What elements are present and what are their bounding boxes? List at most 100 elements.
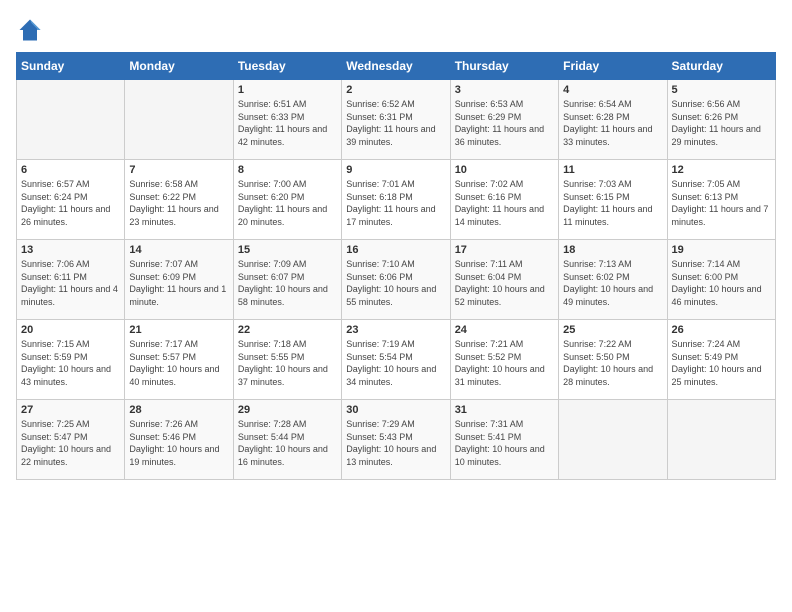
- day-info: Sunrise: 7:26 AMSunset: 5:46 PMDaylight:…: [129, 418, 228, 468]
- day-number: 4: [563, 84, 662, 96]
- day-info: Sunrise: 7:25 AMSunset: 5:47 PMDaylight:…: [21, 418, 120, 468]
- day-number: 21: [129, 324, 228, 336]
- calendar-cell: 16 Sunrise: 7:10 AMSunset: 6:06 PMDayligh…: [342, 240, 450, 320]
- day-info: Sunrise: 7:10 AMSunset: 6:06 PMDaylight:…: [346, 258, 445, 308]
- calendar-cell: 9 Sunrise: 7:01 AMSunset: 6:18 PMDaylight…: [342, 160, 450, 240]
- day-info: Sunrise: 6:57 AMSunset: 6:24 PMDaylight:…: [21, 178, 120, 228]
- calendar-cell: [125, 80, 233, 160]
- day-number: 6: [21, 164, 120, 176]
- day-number: 22: [238, 324, 337, 336]
- day-number: 27: [21, 404, 120, 416]
- day-number: 7: [129, 164, 228, 176]
- day-number: 1: [238, 84, 337, 96]
- day-number: 9: [346, 164, 445, 176]
- day-info: Sunrise: 6:56 AMSunset: 6:26 PMDaylight:…: [672, 98, 771, 148]
- calendar-week-5: 27 Sunrise: 7:25 AMSunset: 5:47 PMDayligh…: [17, 400, 776, 480]
- day-number: 30: [346, 404, 445, 416]
- calendar-cell: 20 Sunrise: 7:15 AMSunset: 5:59 PMDayligh…: [17, 320, 125, 400]
- day-number: 20: [21, 324, 120, 336]
- calendar-cell: 6 Sunrise: 6:57 AMSunset: 6:24 PMDaylight…: [17, 160, 125, 240]
- day-info: Sunrise: 7:21 AMSunset: 5:52 PMDaylight:…: [455, 338, 554, 388]
- day-info: Sunrise: 7:18 AMSunset: 5:55 PMDaylight:…: [238, 338, 337, 388]
- weekday-header-row: SundayMondayTuesdayWednesdayThursdayFrid…: [17, 53, 776, 80]
- day-number: 8: [238, 164, 337, 176]
- day-number: 23: [346, 324, 445, 336]
- calendar-body: 1 Sunrise: 6:51 AMSunset: 6:33 PMDaylight…: [17, 80, 776, 480]
- calendar-cell: 30 Sunrise: 7:29 AMSunset: 5:43 PMDayligh…: [342, 400, 450, 480]
- day-info: Sunrise: 7:22 AMSunset: 5:50 PMDaylight:…: [563, 338, 662, 388]
- day-number: 2: [346, 84, 445, 96]
- day-info: Sunrise: 7:28 AMSunset: 5:44 PMDaylight:…: [238, 418, 337, 468]
- weekday-header-friday: Friday: [559, 53, 667, 80]
- weekday-header-wednesday: Wednesday: [342, 53, 450, 80]
- day-info: Sunrise: 6:53 AMSunset: 6:29 PMDaylight:…: [455, 98, 554, 148]
- day-number: 13: [21, 244, 120, 256]
- calendar-cell: 12Sunrise: 7:05 AMSunset: 6:13 PMDayligh…: [667, 160, 775, 240]
- day-info: Sunrise: 6:58 AMSunset: 6:22 PMDaylight:…: [129, 178, 228, 228]
- day-info: Sunrise: 7:19 AMSunset: 5:54 PMDaylight:…: [346, 338, 445, 388]
- calendar-week-1: 1 Sunrise: 6:51 AMSunset: 6:33 PMDaylight…: [17, 80, 776, 160]
- weekday-header-tuesday: Tuesday: [233, 53, 341, 80]
- day-number: 29: [238, 404, 337, 416]
- page-header: [16, 16, 776, 44]
- calendar-cell: 10Sunrise: 7:02 AMSunset: 6:16 PMDayligh…: [450, 160, 558, 240]
- calendar-week-4: 20 Sunrise: 7:15 AMSunset: 5:59 PMDayligh…: [17, 320, 776, 400]
- day-info: Sunrise: 6:54 AMSunset: 6:28 PMDaylight:…: [563, 98, 662, 148]
- day-info: Sunrise: 7:02 AMSunset: 6:16 PMDaylight:…: [455, 178, 554, 228]
- day-info: Sunrise: 7:00 AMSunset: 6:20 PMDaylight:…: [238, 178, 337, 228]
- day-info: Sunrise: 7:14 AMSunset: 6:00 PMDaylight:…: [672, 258, 771, 308]
- day-number: 31: [455, 404, 554, 416]
- day-info: Sunrise: 7:29 AMSunset: 5:43 PMDaylight:…: [346, 418, 445, 468]
- day-info: Sunrise: 7:03 AMSunset: 6:15 PMDaylight:…: [563, 178, 662, 228]
- day-info: Sunrise: 7:24 AMSunset: 5:49 PMDaylight:…: [672, 338, 771, 388]
- day-number: 15: [238, 244, 337, 256]
- calendar-cell: 18 Sunrise: 7:13 AMSunset: 6:02 PMDayligh…: [559, 240, 667, 320]
- day-info: Sunrise: 7:09 AMSunset: 6:07 PMDaylight:…: [238, 258, 337, 308]
- day-number: 17: [455, 244, 554, 256]
- calendar-cell: 17 Sunrise: 7:11 AMSunset: 6:04 PMDayligh…: [450, 240, 558, 320]
- day-number: 24: [455, 324, 554, 336]
- day-info: Sunrise: 7:01 AMSunset: 6:18 PMDaylight:…: [346, 178, 445, 228]
- day-info: Sunrise: 7:15 AMSunset: 5:59 PMDaylight:…: [21, 338, 120, 388]
- day-info: Sunrise: 7:31 AMSunset: 5:41 PMDaylight:…: [455, 418, 554, 468]
- calendar-cell: 5 Sunrise: 6:56 AMSunset: 6:26 PMDaylight…: [667, 80, 775, 160]
- calendar-cell: 11 Sunrise: 7:03 AMSunset: 6:15 PMDayligh…: [559, 160, 667, 240]
- day-number: 19: [672, 244, 771, 256]
- day-info: Sunrise: 6:51 AMSunset: 6:33 PMDaylight:…: [238, 98, 337, 148]
- calendar-cell: 19 Sunrise: 7:14 AMSunset: 6:00 PMDayligh…: [667, 240, 775, 320]
- day-number: 26: [672, 324, 771, 336]
- weekday-header-saturday: Saturday: [667, 53, 775, 80]
- day-number: 18: [563, 244, 662, 256]
- calendar-cell: [17, 80, 125, 160]
- logo: [16, 16, 48, 44]
- calendar-cell: 25 Sunrise: 7:22 AMSunset: 5:50 PMDayligh…: [559, 320, 667, 400]
- calendar-cell: 7 Sunrise: 6:58 AMSunset: 6:22 PMDaylight…: [125, 160, 233, 240]
- calendar-cell: 2 Sunrise: 6:52 AMSunset: 6:31 PMDaylight…: [342, 80, 450, 160]
- weekday-header-sunday: Sunday: [17, 53, 125, 80]
- calendar-table: SundayMondayTuesdayWednesdayThursdayFrid…: [16, 52, 776, 480]
- calendar-cell: [559, 400, 667, 480]
- calendar-cell: 28Sunrise: 7:26 AMSunset: 5:46 PMDayligh…: [125, 400, 233, 480]
- weekday-header-thursday: Thursday: [450, 53, 558, 80]
- day-info: Sunrise: 7:05 AMSunset: 6:13 PMDaylight:…: [672, 178, 771, 228]
- calendar-cell: 22 Sunrise: 7:18 AMSunset: 5:55 PMDayligh…: [233, 320, 341, 400]
- calendar-cell: 1 Sunrise: 6:51 AMSunset: 6:33 PMDaylight…: [233, 80, 341, 160]
- calendar-cell: 3Sunrise: 6:53 AMSunset: 6:29 PMDaylight…: [450, 80, 558, 160]
- calendar-cell: 24 Sunrise: 7:21 AMSunset: 5:52 PMDayligh…: [450, 320, 558, 400]
- calendar-cell: 4 Sunrise: 6:54 AMSunset: 6:28 PMDaylight…: [559, 80, 667, 160]
- day-number: 16: [346, 244, 445, 256]
- day-info: Sunrise: 7:07 AMSunset: 6:09 PMDaylight:…: [129, 258, 228, 308]
- calendar-week-3: 13Sunrise: 7:06 AMSunset: 6:11 PMDayligh…: [17, 240, 776, 320]
- calendar-week-2: 6 Sunrise: 6:57 AMSunset: 6:24 PMDaylight…: [17, 160, 776, 240]
- day-info: Sunrise: 6:52 AMSunset: 6:31 PMDaylight:…: [346, 98, 445, 148]
- calendar-cell: 8 Sunrise: 7:00 AMSunset: 6:20 PMDaylight…: [233, 160, 341, 240]
- calendar-cell: 13Sunrise: 7:06 AMSunset: 6:11 PMDayligh…: [17, 240, 125, 320]
- day-info: Sunrise: 7:11 AMSunset: 6:04 PMDaylight:…: [455, 258, 554, 308]
- day-info: Sunrise: 7:13 AMSunset: 6:02 PMDaylight:…: [563, 258, 662, 308]
- calendar-cell: [667, 400, 775, 480]
- day-number: 25: [563, 324, 662, 336]
- calendar-cell: 15 Sunrise: 7:09 AMSunset: 6:07 PMDayligh…: [233, 240, 341, 320]
- day-number: 11: [563, 164, 662, 176]
- day-number: 5: [672, 84, 771, 96]
- calendar-cell: 21Sunrise: 7:17 AMSunset: 5:57 PMDayligh…: [125, 320, 233, 400]
